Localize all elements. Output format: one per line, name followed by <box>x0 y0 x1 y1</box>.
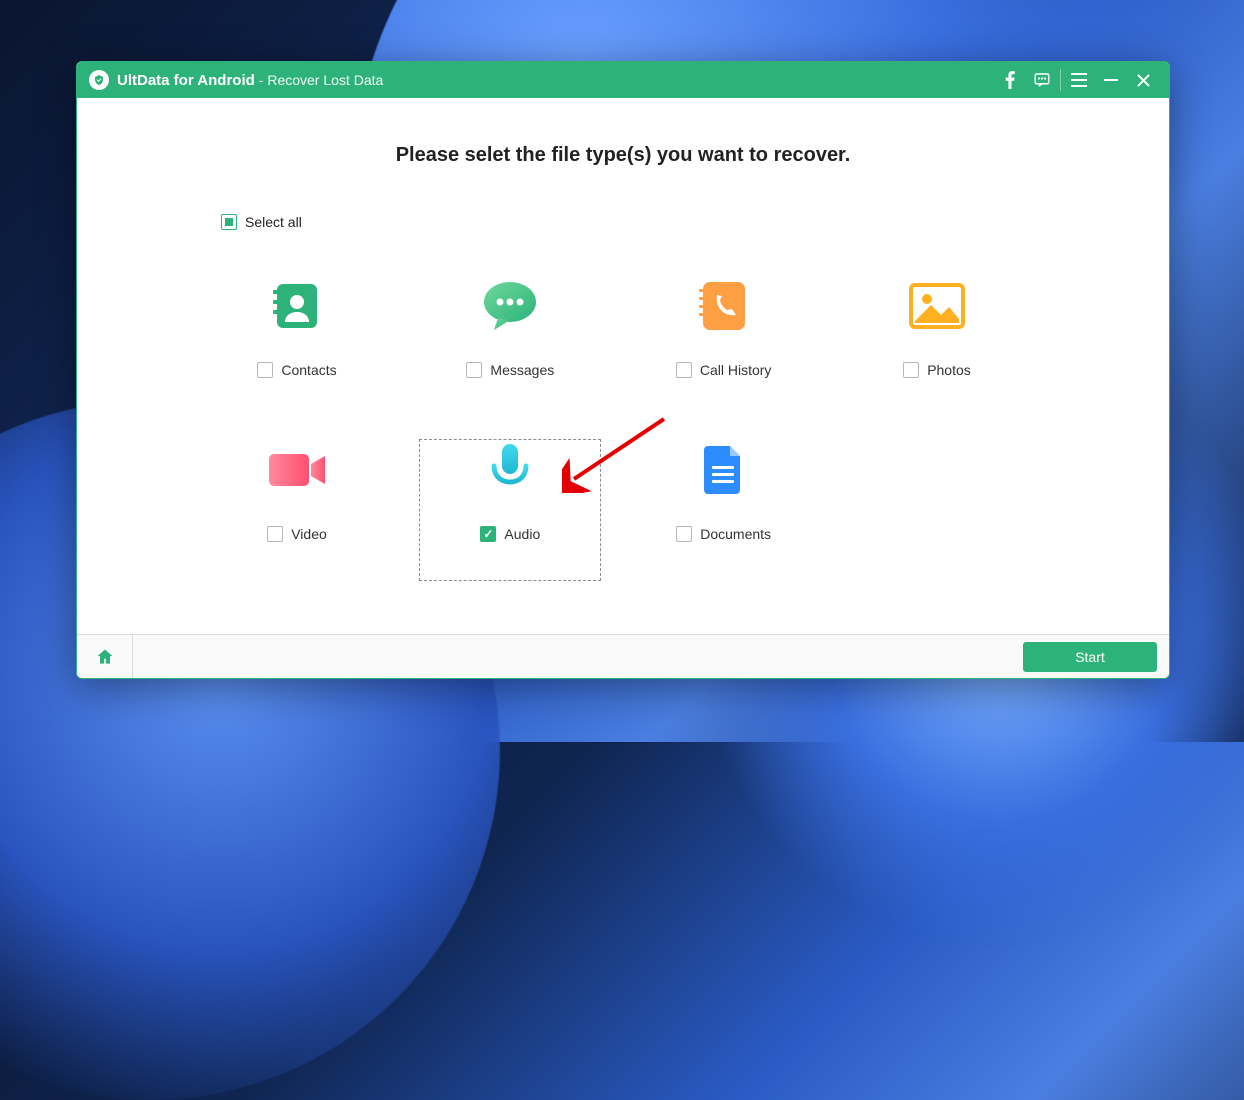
home-icon <box>95 647 115 667</box>
app-window: UltData for Android - Recover Lost Data … <box>76 61 1170 679</box>
facebook-icon[interactable] <box>994 62 1026 98</box>
app-logo-icon <box>89 70 109 90</box>
tile-label: Contacts <box>281 362 336 378</box>
titlebar: UltData for Android - Recover Lost Data <box>77 62 1169 98</box>
tile-label: Messages <box>490 362 554 378</box>
tile-label: Photos <box>927 362 971 378</box>
minimize-icon[interactable] <box>1095 62 1127 98</box>
titlebar-separator <box>1060 69 1061 91</box>
tile-label: Documents <box>700 526 771 542</box>
tile-label: Audio <box>504 526 540 542</box>
checkbox-icon <box>903 362 919 378</box>
checkbox-icon <box>267 526 283 542</box>
audio-icon <box>478 438 542 502</box>
app-title: UltData for Android <box>117 72 255 89</box>
tile-documents[interactable]: Documents <box>624 430 824 590</box>
checkbox-icon <box>257 362 273 378</box>
contacts-icon <box>265 274 329 338</box>
page-heading: Please selet the file type(s) you want t… <box>77 144 1169 167</box>
feedback-icon[interactable] <box>1026 62 1058 98</box>
messages-icon <box>478 274 542 338</box>
checkbox-partial-icon <box>221 214 237 230</box>
tile-label: Call History <box>700 362 772 378</box>
start-button[interactable]: Start <box>1023 642 1157 672</box>
footer-bar: Start <box>77 634 1169 678</box>
documents-icon <box>692 438 756 502</box>
tile-audio[interactable]: Audio <box>410 430 610 590</box>
tile-label: Video <box>291 526 327 542</box>
file-type-grid: Contacts Messages Ca <box>197 266 1037 590</box>
checkbox-checked-icon <box>480 526 496 542</box>
tile-contacts[interactable]: Contacts <box>197 266 397 426</box>
home-button[interactable] <box>77 635 133 679</box>
checkbox-icon <box>466 362 482 378</box>
tile-messages[interactable]: Messages <box>410 266 610 426</box>
video-icon <box>265 438 329 502</box>
tile-photos[interactable]: Photos <box>837 266 1037 426</box>
checkbox-icon <box>676 362 692 378</box>
tile-call-history[interactable]: Call History <box>624 266 824 426</box>
select-all-label: Select all <box>245 214 302 230</box>
app-subtitle: - Recover Lost Data <box>259 72 384 88</box>
menu-icon[interactable] <box>1063 62 1095 98</box>
checkbox-icon <box>676 526 692 542</box>
tile-video[interactable]: Video <box>197 430 397 590</box>
close-icon[interactable] <box>1127 62 1159 98</box>
call-history-icon <box>692 274 756 338</box>
content-area: Please selet the file type(s) you want t… <box>77 98 1169 634</box>
photos-icon <box>905 274 969 338</box>
select-all-checkbox[interactable]: Select all <box>221 214 302 230</box>
